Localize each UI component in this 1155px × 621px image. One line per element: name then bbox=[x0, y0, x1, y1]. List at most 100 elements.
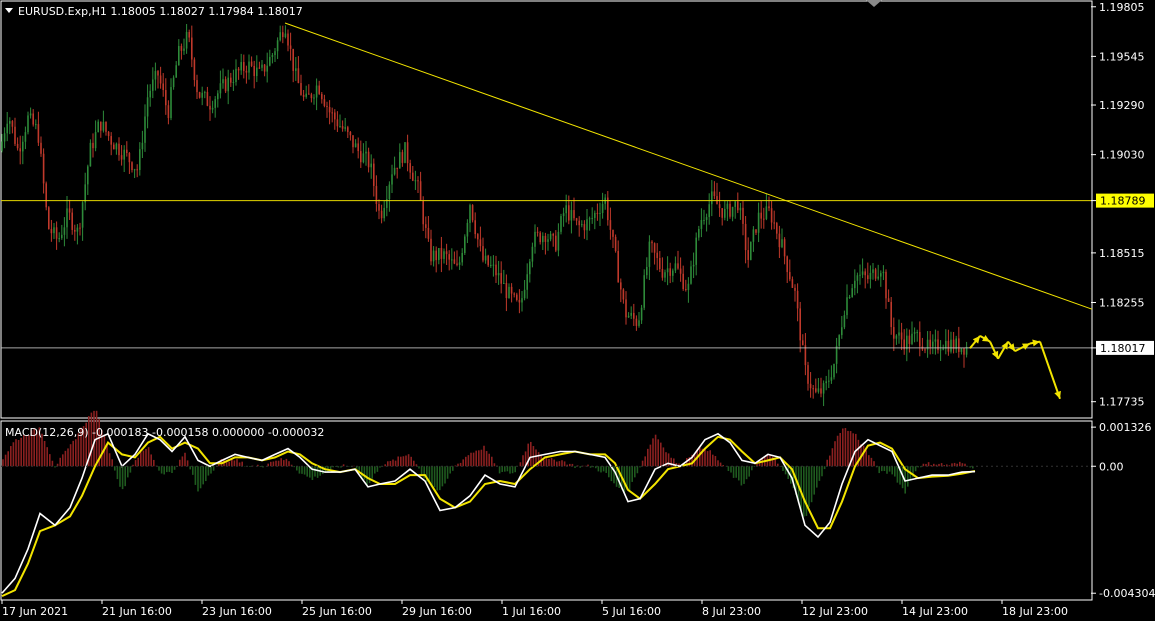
candle-body bbox=[760, 212, 762, 219]
candle-body bbox=[950, 339, 952, 352]
candle-body bbox=[445, 251, 448, 255]
candle-body bbox=[474, 220, 476, 235]
candle-body bbox=[916, 332, 918, 334]
candle-body bbox=[380, 210, 383, 219]
candle-body bbox=[939, 349, 942, 351]
candle-body bbox=[596, 212, 599, 214]
candle-body bbox=[92, 142, 94, 149]
candle-body bbox=[731, 206, 734, 217]
time-tick-label: 8 Jul 23:00 bbox=[702, 605, 761, 618]
candle-body bbox=[334, 112, 336, 120]
price-tick-label: 1.18255 bbox=[1099, 296, 1145, 309]
candle-body bbox=[729, 203, 731, 217]
price-tick-label: 1.18515 bbox=[1099, 247, 1145, 260]
chart-canvas[interactable]: 1.19805 1.19545 1.19290 1.19030 1.18789 1.185… bbox=[0, 0, 1155, 621]
candle-body bbox=[718, 204, 721, 209]
candle-body bbox=[453, 259, 456, 264]
candle-body bbox=[638, 320, 640, 326]
price-tick-label: 1.19030 bbox=[1099, 149, 1145, 162]
candle-body bbox=[484, 255, 487, 261]
candle-body bbox=[165, 90, 167, 106]
candle-body bbox=[217, 93, 219, 100]
candle-body bbox=[58, 238, 60, 240]
candle-body bbox=[565, 205, 567, 214]
candle-body bbox=[799, 308, 801, 341]
time-tick-label: 23 Jun 16:00 bbox=[202, 605, 272, 618]
candle-body bbox=[68, 208, 71, 213]
candle-body bbox=[300, 83, 302, 95]
candle-body bbox=[224, 79, 227, 92]
candle-body bbox=[924, 349, 926, 351]
candle-body bbox=[588, 218, 591, 220]
candle-body bbox=[763, 218, 765, 220]
candle-body bbox=[887, 298, 890, 302]
candle-body bbox=[755, 229, 757, 233]
candle-body bbox=[960, 348, 963, 352]
candle-body bbox=[841, 327, 843, 336]
candle-body bbox=[908, 335, 911, 344]
candle-body bbox=[698, 228, 700, 238]
candle-body bbox=[586, 219, 588, 231]
candle-body bbox=[713, 191, 716, 197]
candle-body bbox=[302, 94, 305, 97]
candle-body bbox=[726, 203, 729, 209]
candle-body bbox=[578, 220, 580, 226]
candle-body bbox=[744, 223, 747, 251]
candle-body bbox=[362, 153, 365, 163]
candle-body bbox=[448, 254, 450, 260]
macd-tick-label: 0.00 bbox=[1099, 460, 1124, 473]
candle-body bbox=[261, 64, 263, 68]
candle-body bbox=[487, 255, 489, 266]
candle-body bbox=[573, 210, 575, 219]
time-tick-label: 25 Jun 16:00 bbox=[302, 605, 372, 618]
candle-body bbox=[198, 92, 201, 98]
candle-body bbox=[659, 257, 661, 270]
candle-body bbox=[66, 208, 68, 228]
candle-body bbox=[542, 235, 544, 243]
candle-body bbox=[87, 166, 89, 185]
candle-body bbox=[705, 217, 708, 220]
price-tick-label: 1.18017 bbox=[1100, 342, 1146, 355]
candle-body bbox=[456, 263, 458, 265]
candle-body bbox=[172, 77, 175, 88]
candle-body bbox=[406, 142, 409, 164]
candle-body bbox=[393, 167, 396, 175]
candle-body bbox=[737, 201, 739, 211]
candle-body bbox=[159, 75, 162, 84]
candle-body bbox=[807, 365, 809, 384]
candle-body bbox=[601, 203, 604, 214]
candle-body bbox=[232, 81, 235, 83]
candle-body bbox=[898, 332, 900, 336]
candle-body bbox=[677, 263, 679, 269]
candle-body bbox=[427, 227, 430, 239]
candle-body bbox=[308, 93, 310, 95]
candle-body bbox=[947, 340, 950, 352]
candle-body bbox=[113, 144, 115, 150]
candle-body bbox=[37, 124, 40, 143]
candle-body bbox=[79, 227, 81, 229]
candle-body bbox=[643, 275, 645, 308]
candle-body bbox=[295, 68, 297, 71]
candle-body bbox=[118, 143, 120, 156]
candle-body bbox=[14, 126, 16, 144]
candle-body bbox=[219, 83, 222, 94]
candle-body bbox=[35, 124, 37, 126]
time-tick-label: 29 Jun 16:00 bbox=[402, 605, 472, 618]
candle-body bbox=[48, 207, 50, 230]
candle-body bbox=[929, 339, 931, 347]
candle-body bbox=[404, 142, 406, 163]
candle-body bbox=[144, 116, 146, 143]
candle-body bbox=[526, 274, 528, 290]
candle-body bbox=[458, 262, 461, 265]
candle-body bbox=[417, 180, 419, 182]
candle-body bbox=[822, 383, 825, 394]
candle-body bbox=[911, 333, 913, 344]
candle-body bbox=[133, 169, 136, 171]
candle-body bbox=[674, 263, 677, 271]
candle-body bbox=[692, 264, 695, 267]
candle-body bbox=[464, 236, 466, 253]
candle-body bbox=[913, 332, 916, 334]
candle-body bbox=[16, 143, 19, 149]
candle-body bbox=[555, 235, 557, 251]
candle-body bbox=[360, 151, 362, 163]
